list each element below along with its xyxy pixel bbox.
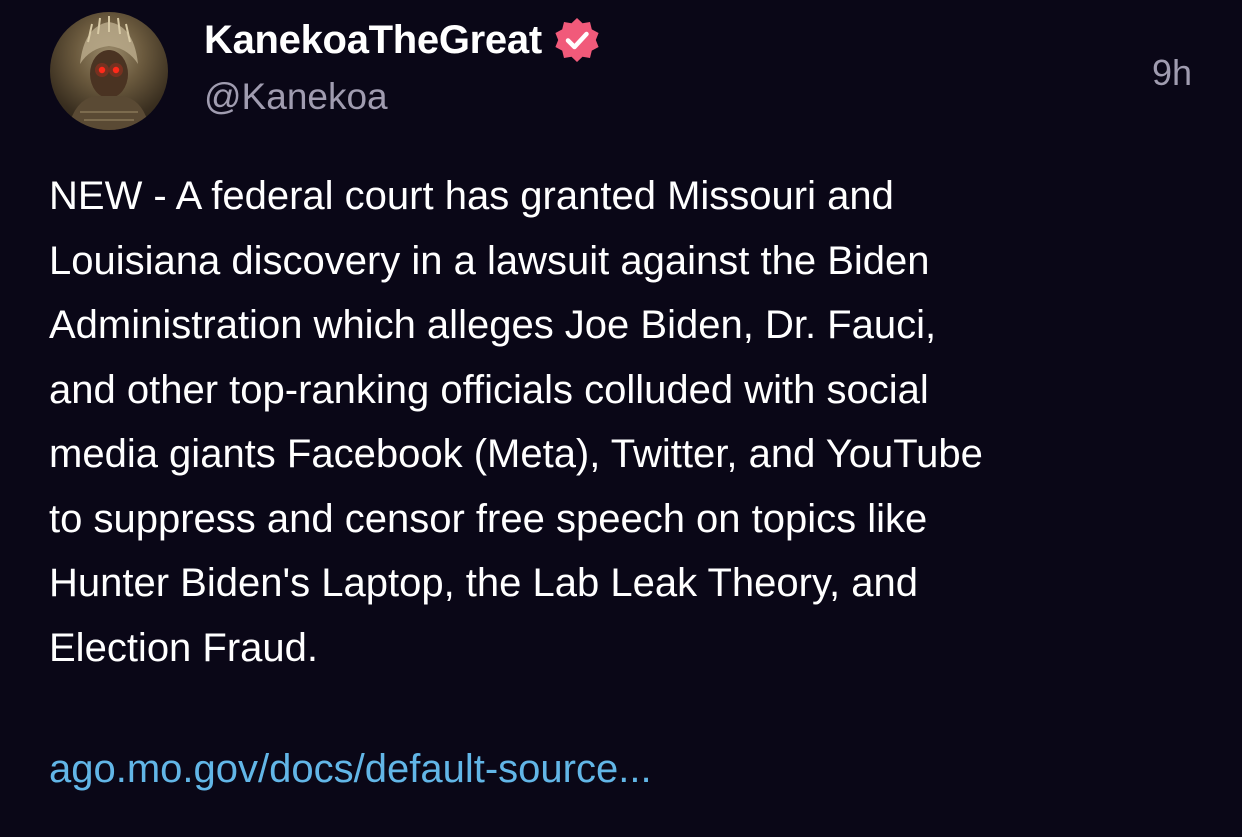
post-card: KanekoaTheGreat @Kanekoa 9h NEW - A fede… <box>0 0 1242 837</box>
author-name-row: KanekoaTheGreat <box>204 14 602 66</box>
post-timestamp[interactable]: 9h <box>1152 52 1192 94</box>
author-handle[interactable]: @Kanekoa <box>204 76 388 118</box>
post-body-text: NEW - A federal court has granted Missou… <box>49 174 983 670</box>
avatar-image <box>68 16 150 130</box>
avatar[interactable] <box>50 12 168 130</box>
verified-badge-icon <box>552 15 602 65</box>
author-display-name[interactable]: KanekoaTheGreat <box>204 18 542 63</box>
post-link[interactable]: ago.mo.gov/docs/default-source... <box>49 737 652 801</box>
